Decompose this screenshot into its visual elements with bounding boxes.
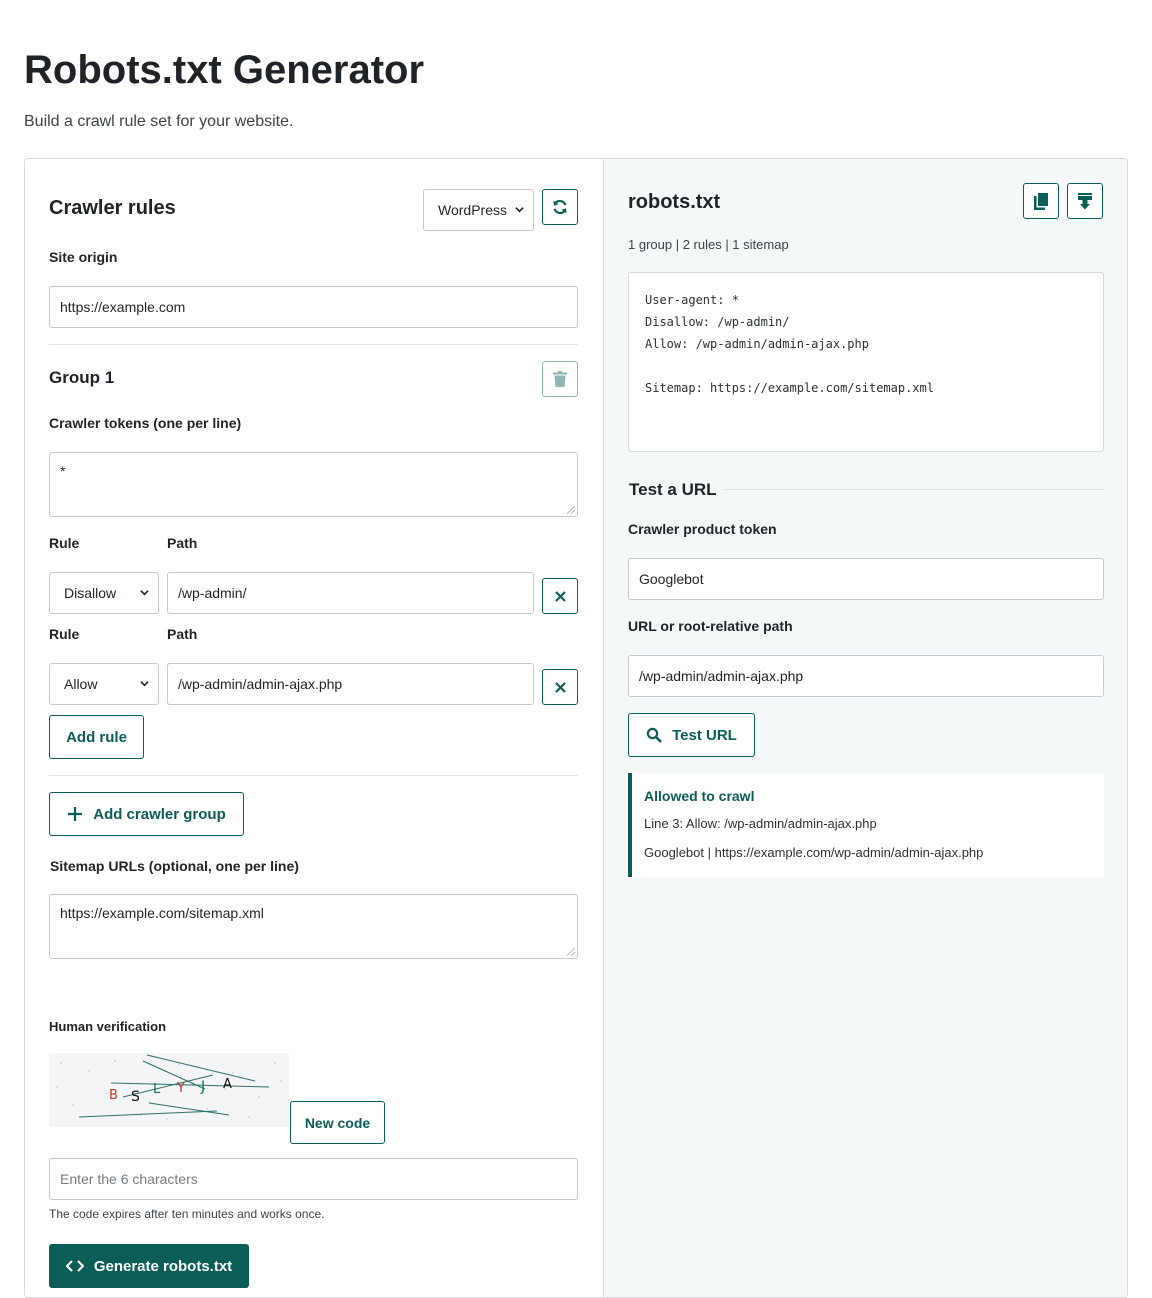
- captcha-graphic: BSLYJ A: [56, 1054, 282, 1120]
- test-url-input[interactable]: /wp-admin/admin-ajax.php: [628, 655, 1104, 697]
- captcha-char: A: [223, 1077, 232, 1092]
- add-crawler-group-button[interactable]: Add crawler group: [49, 792, 244, 836]
- rule-path-input[interactable]: /wp-admin/admin-ajax.php: [167, 663, 534, 705]
- output-line: User-agent: *: [645, 293, 739, 307]
- captcha-image: BSLYJ A: [49, 1053, 289, 1127]
- section-divider: [49, 344, 578, 345]
- rule-label: Rule: [49, 535, 80, 551]
- page-title: Robots.txt Generator: [24, 48, 425, 92]
- rule-type-select[interactable]: Disallow: [49, 572, 159, 614]
- page-subtitle: Build a crawl rule set for your website.: [24, 113, 294, 130]
- refresh-icon: [553, 199, 567, 215]
- chevron-down-icon: [140, 590, 149, 596]
- crawler-tokens-textarea[interactable]: *: [49, 452, 578, 517]
- delete-group-button[interactable]: [542, 361, 578, 397]
- output-panel: robots.txt 1 group | 2 rules | 1 sitemap…: [603, 159, 1127, 1297]
- captcha-input[interactable]: Enter the 6 characters: [49, 1158, 578, 1200]
- trash-icon: [553, 371, 567, 387]
- captcha-char: J: [200, 1079, 205, 1095]
- sitemap-label: Sitemap URLs (optional, one per line): [50, 858, 299, 874]
- new-code-label: New code: [304, 1114, 371, 1131]
- generator-card: Crawler rules WordPress Site origin http…: [24, 158, 1128, 1298]
- result-detail: Googlebot | https://example.com/wp-admin…: [644, 845, 984, 860]
- captcha-char: B: [109, 1088, 118, 1103]
- chevron-down-icon: [515, 207, 524, 213]
- human-verification-label: Human verification: [49, 1019, 167, 1034]
- output-line: Sitemap: https://example.com/sitemap.xml: [645, 381, 934, 395]
- preset-select-value: WordPress: [438, 202, 507, 218]
- site-origin-label: Site origin: [49, 249, 118, 265]
- group-title: Group 1: [49, 368, 115, 387]
- captcha-char: Y: [176, 1081, 185, 1096]
- result-line: Line 3: Allow: /wp-admin/admin-ajax.php: [644, 816, 877, 831]
- site-origin-input[interactable]: https://example.com: [49, 286, 578, 328]
- rule-type-value: Allow: [64, 676, 98, 692]
- crawler-tokens-label: Crawler tokens (one per line): [49, 415, 242, 431]
- code-icon: [65, 1260, 84, 1272]
- result-status: Allowed to crawl: [644, 788, 755, 804]
- test-url-heading: Test a URL: [629, 480, 717, 499]
- crawler-rules-panel: Crawler rules WordPress Site origin http…: [25, 159, 603, 1297]
- output-line: Disallow: /wp-admin/: [645, 315, 790, 329]
- apply-preset-button[interactable]: [542, 189, 578, 225]
- add-rule-button[interactable]: Add rule: [49, 715, 144, 759]
- resize-handle[interactable]: [567, 948, 575, 956]
- add-rule-label: Add rule: [66, 728, 127, 746]
- test-url-label: Test URL: [672, 726, 737, 744]
- section-divider: [49, 775, 578, 776]
- test-result: Allowed to crawl Line 3: Allow: /wp-admi…: [628, 773, 1104, 877]
- captcha-hint: The code expires after ten minutes and w…: [49, 1207, 325, 1221]
- rule-path-input[interactable]: /wp-admin/: [167, 572, 534, 614]
- close-icon: [554, 590, 566, 602]
- output-stats: 1 group | 2 rules | 1 sitemap: [628, 237, 789, 252]
- plus-icon: [68, 807, 83, 821]
- test-url-button[interactable]: Test URL: [628, 713, 755, 757]
- search-icon: [646, 727, 663, 743]
- copy-icon: [1034, 192, 1048, 210]
- rule-type-value: Disallow: [64, 585, 117, 601]
- remove-rule-button[interactable]: [542, 669, 578, 705]
- crawler-tokens-value: *: [60, 463, 66, 479]
- copy-button[interactable]: [1023, 183, 1059, 219]
- close-icon: [554, 681, 566, 693]
- sitemap-value: https://example.com/sitemap.xml: [60, 905, 264, 921]
- path-label: Path: [167, 626, 198, 642]
- remove-rule-button[interactable]: [542, 578, 578, 614]
- output-line: Allow: /wp-admin/admin-ajax.php: [645, 337, 869, 351]
- generate-label: Generate robots.txt: [93, 1257, 233, 1275]
- generate-button[interactable]: Generate robots.txt: [49, 1244, 249, 1288]
- token-label: Crawler product token: [628, 521, 777, 537]
- rule-type-select[interactable]: Allow: [49, 663, 159, 705]
- crawler-rules-heading: Crawler rules: [49, 197, 176, 219]
- robots-output[interactable]: User-agent: * Disallow: /wp-admin/ Allow…: [628, 272, 1104, 452]
- resize-handle[interactable]: [567, 506, 575, 514]
- download-icon: [1078, 192, 1092, 209]
- crawler-token-input[interactable]: Googlebot: [628, 558, 1104, 600]
- rule-label: Rule: [49, 626, 80, 642]
- sitemap-textarea[interactable]: https://example.com/sitemap.xml: [49, 894, 578, 959]
- add-crawler-group-label: Add crawler group: [93, 805, 226, 823]
- path-label: Path: [167, 535, 198, 551]
- captcha-char: L: [153, 1082, 161, 1097]
- url-label: URL or root-relative path: [628, 618, 793, 634]
- test-heading-rule: [724, 489, 1104, 490]
- captcha-char: S: [131, 1089, 140, 1105]
- chevron-down-icon: [140, 681, 149, 687]
- output-heading: robots.txt: [628, 191, 721, 213]
- new-code-button[interactable]: New code: [290, 1101, 385, 1144]
- download-button[interactable]: [1067, 183, 1103, 219]
- preset-select[interactable]: WordPress: [423, 189, 534, 231]
